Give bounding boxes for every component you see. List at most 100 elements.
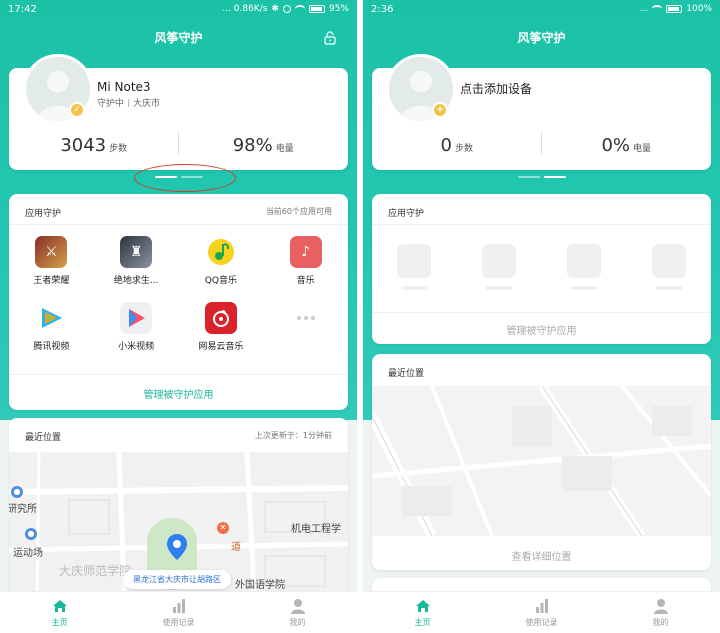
map-roads xyxy=(372,386,711,536)
location-map[interactable]: ● 研究所 ● 运动场 大庆师范学院 ✕ 道 机电工程学 外国语学院 黑龙江省大… xyxy=(9,452,348,608)
user-icon xyxy=(290,598,305,614)
app-item[interactable]: 网易云音乐 xyxy=(179,302,264,352)
tab-label: 我的 xyxy=(289,617,306,627)
status-time: 2:36 xyxy=(371,3,394,15)
last-updated: 上次更新于：1分钟前 xyxy=(254,431,332,440)
page-title: 风筝守护 xyxy=(517,31,566,45)
poi-restaurant-icon: ✕ xyxy=(217,522,229,534)
card-title: 应用守护 xyxy=(25,209,62,219)
location-map[interactable] xyxy=(372,386,711,536)
user-icon xyxy=(653,598,668,614)
manage-guarded-apps-link[interactable]: 管理被守护应用 xyxy=(9,386,348,401)
status-time: 17:42 xyxy=(8,3,37,15)
divider xyxy=(9,374,348,375)
home-icon xyxy=(52,599,67,612)
page-title: 风筝守护 xyxy=(154,31,203,45)
steps-stat: 3043 步数 xyxy=(9,135,179,156)
status-bar: 2:36 ... 100% xyxy=(363,0,720,18)
card-title: 最近位置 xyxy=(388,369,425,379)
steps-stat: 0 步数 xyxy=(372,135,542,156)
app-item[interactable]: ♜ 绝地求生... xyxy=(94,236,179,286)
pager-dot-2[interactable] xyxy=(543,176,566,178)
map-label-mech: 机电工程学 xyxy=(291,524,341,535)
battery-stat: 98% 电量 xyxy=(179,135,349,156)
netease-music-icon xyxy=(204,302,237,334)
divider xyxy=(9,224,348,225)
device-stats: 3043 步数 98% 电量 xyxy=(9,135,348,156)
app-item[interactable]: ⚔ 王者荣耀 xyxy=(9,236,94,286)
divider xyxy=(372,224,711,225)
battery-icon xyxy=(308,5,325,13)
tab-usage-records[interactable]: 使用记录 xyxy=(119,592,238,633)
tab-label: 我的 xyxy=(652,617,669,627)
lock-icon[interactable] xyxy=(323,31,337,45)
more-dots-icon xyxy=(296,302,315,334)
app-item[interactable]: 腾讯视频 xyxy=(9,302,94,352)
card-title: 最近位置 xyxy=(25,433,62,443)
map-label-normal-univ: 大庆师范学院 xyxy=(59,564,132,578)
app-label: QQ音乐 xyxy=(204,276,237,286)
manage-guarded-apps-link[interactable]: 管理被守护应用 xyxy=(372,322,711,337)
status-icons: ... 100% xyxy=(640,4,712,14)
battery-icon xyxy=(666,5,683,13)
bluetooth-icon: ✱ xyxy=(271,4,279,14)
battery-value: 0% xyxy=(601,135,631,156)
poi-sports-icon: ● xyxy=(25,528,37,540)
home-icon xyxy=(415,599,430,612)
tab-label: 主页 xyxy=(414,617,431,627)
device-subtitle: 守护中 大庆市 xyxy=(97,96,160,109)
add-device-card[interactable]: + 点击添加设备 0 步数 0% 电量 xyxy=(372,54,712,170)
card-title: 应用守护 xyxy=(388,209,425,219)
map-label-foreign: 外国语学院 xyxy=(235,580,285,591)
tab-home[interactable]: 主页 xyxy=(0,592,119,633)
wifi-icon xyxy=(652,5,663,13)
tab-mine[interactable]: 我的 xyxy=(238,592,357,633)
app-grid: ⚔ 王者荣耀 ♜ 绝地求生... QQ音乐 ♪ 音乐 腾讯视频 小米视频 网易云… xyxy=(9,236,348,352)
recent-location-card[interactable]: 最近位置 上次更新于：1分钟前 ● 研究所 ● 运动场 大庆师范学院 ✕ 道 机… xyxy=(9,418,348,608)
tab-label: 主页 xyxy=(51,617,68,627)
tab-label: 使用记录 xyxy=(525,617,558,627)
tab-label: 使用记录 xyxy=(162,617,195,627)
device-card[interactable]: ✓ Mi Note3 守护中 大庆市 3043 步数 98% 电量 xyxy=(9,54,348,170)
app-item[interactable]: 小米视频 xyxy=(94,302,179,352)
apps-available-hint: 当前60个应用可用 xyxy=(265,207,332,216)
app-label: 小米视频 xyxy=(118,342,155,352)
battery-unit: 电量 xyxy=(633,144,652,154)
shield-badge-icon: ✓ xyxy=(69,102,85,118)
app-label: 绝地求生... xyxy=(113,276,159,286)
location-pin-icon xyxy=(167,534,187,560)
tab-mine[interactable]: 我的 xyxy=(601,592,720,633)
more-apps[interactable] xyxy=(263,302,348,352)
steps-value: 3043 xyxy=(60,135,107,156)
pubg-icon: ♜ xyxy=(120,236,153,268)
device-pager[interactable] xyxy=(363,176,720,180)
guard-status: 守护中 xyxy=(97,99,125,109)
tab-usage-records[interactable]: 使用记录 xyxy=(482,592,601,633)
network-speed: ... 0.86K/s xyxy=(222,4,268,14)
steps-value: 0 xyxy=(440,135,452,156)
divider xyxy=(128,99,130,107)
status-icons: ... 0.86K/s ✱ 95% xyxy=(222,4,349,14)
bar-chart-icon xyxy=(535,598,548,613)
recent-location-card[interactable]: 最近位置 查看详细位置 xyxy=(372,354,711,570)
music-icon: ♪ xyxy=(289,236,322,268)
add-device-label[interactable]: 点击添加设备 xyxy=(460,80,532,97)
app-item[interactable]: ♪ 音乐 xyxy=(263,236,348,286)
mi-video-icon xyxy=(120,302,153,334)
battery-unit: 电量 xyxy=(275,144,294,154)
tab-home[interactable]: 主页 xyxy=(363,592,482,633)
alarm-icon xyxy=(282,5,291,13)
map-label-road: 道 xyxy=(231,542,241,553)
skeleton-item xyxy=(457,244,542,290)
address-bubble: 黑龙江省大庆市让胡路区 xyxy=(123,570,231,589)
phone-screen-left: 17:42 ... 0.86K/s ✱ 95% 风筝守护 ✓ Mi Note3 … xyxy=(0,0,357,633)
honor-of-kings-icon: ⚔ xyxy=(35,236,68,268)
app-item[interactable]: QQ音乐 xyxy=(179,236,264,286)
divider xyxy=(372,312,711,313)
status-bar: 17:42 ... 0.86K/s ✱ 95% xyxy=(0,0,357,18)
device-name: Mi Note3 xyxy=(97,80,151,94)
view-detailed-location-link[interactable]: 查看详细位置 xyxy=(372,548,711,563)
skeleton-item xyxy=(372,244,457,290)
pager-dot-1[interactable] xyxy=(517,176,540,178)
battery-stat: 0% 电量 xyxy=(542,135,712,156)
